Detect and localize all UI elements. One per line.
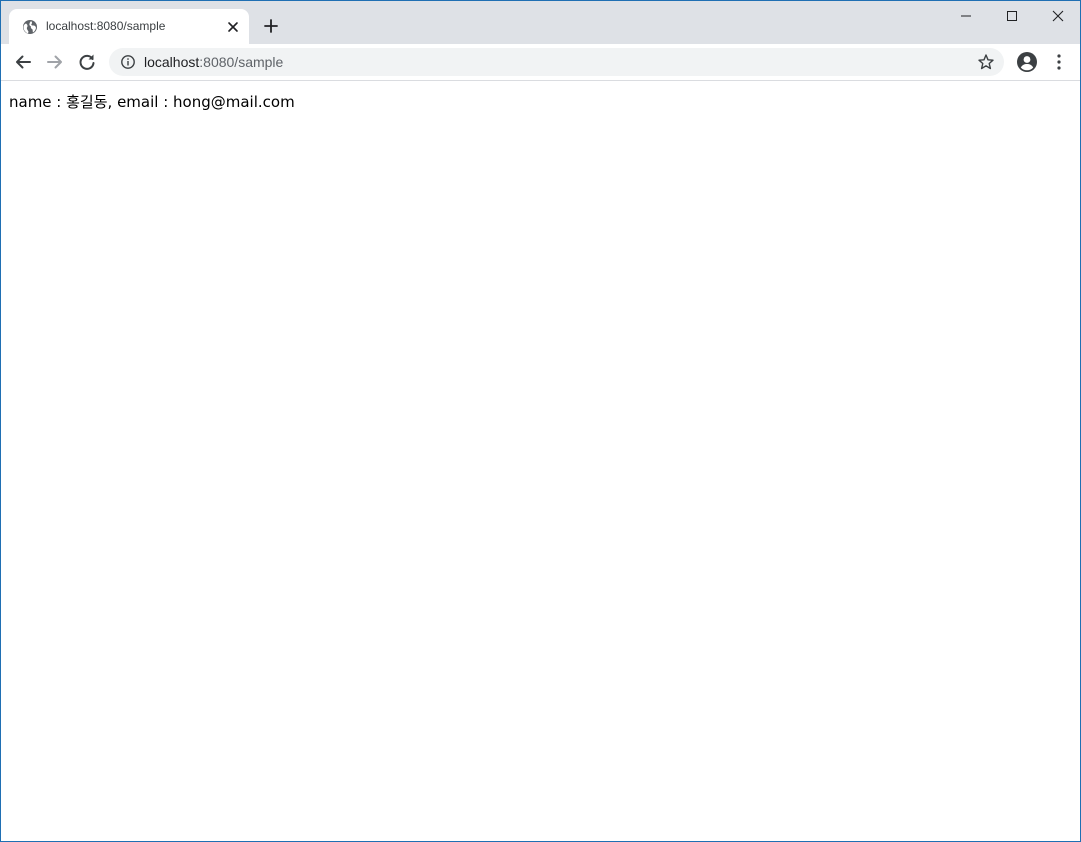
browser-window: localhost:8080/sample localhost:8080/sam… [0, 0, 1081, 842]
url-text[interactable]: localhost:8080/sample [144, 54, 283, 70]
new-tab-plus-icon[interactable] [263, 18, 279, 34]
address-bar[interactable]: localhost:8080/sample [109, 48, 1004, 76]
minimize-icon [961, 15, 971, 17]
close-icon [1052, 10, 1064, 22]
url-port-path: :8080/sample [199, 54, 284, 70]
maximize-icon [1007, 11, 1017, 21]
globe-icon [22, 19, 38, 35]
page-viewport: name : 홍길동, email : hong@mail.com [1, 81, 1080, 841]
browser-toolbar: localhost:8080/sample [1, 44, 1080, 81]
tab-active[interactable]: localhost:8080/sample [9, 9, 249, 44]
window-close-button[interactable] [1035, 1, 1080, 31]
close-tab-icon[interactable] [225, 19, 241, 35]
user-info-text: name : 홍길동, email : hong@mail.com [9, 93, 295, 111]
url-host: localhost [144, 54, 200, 70]
reload-icon[interactable] [75, 50, 99, 74]
tab-title: localhost:8080/sample [46, 19, 166, 33]
info-icon[interactable] [120, 54, 136, 70]
tab-strip: localhost:8080/sample [1, 1, 1080, 44]
profile-avatar-icon[interactable] [1016, 51, 1038, 73]
minimize-button[interactable] [943, 1, 989, 31]
back-arrow-icon[interactable] [11, 50, 35, 74]
bookmark-star-icon[interactable] [977, 53, 995, 71]
kebab-menu-icon[interactable] [1051, 52, 1067, 72]
forward-arrow-icon[interactable] [43, 50, 67, 74]
maximize-button[interactable] [989, 1, 1035, 31]
